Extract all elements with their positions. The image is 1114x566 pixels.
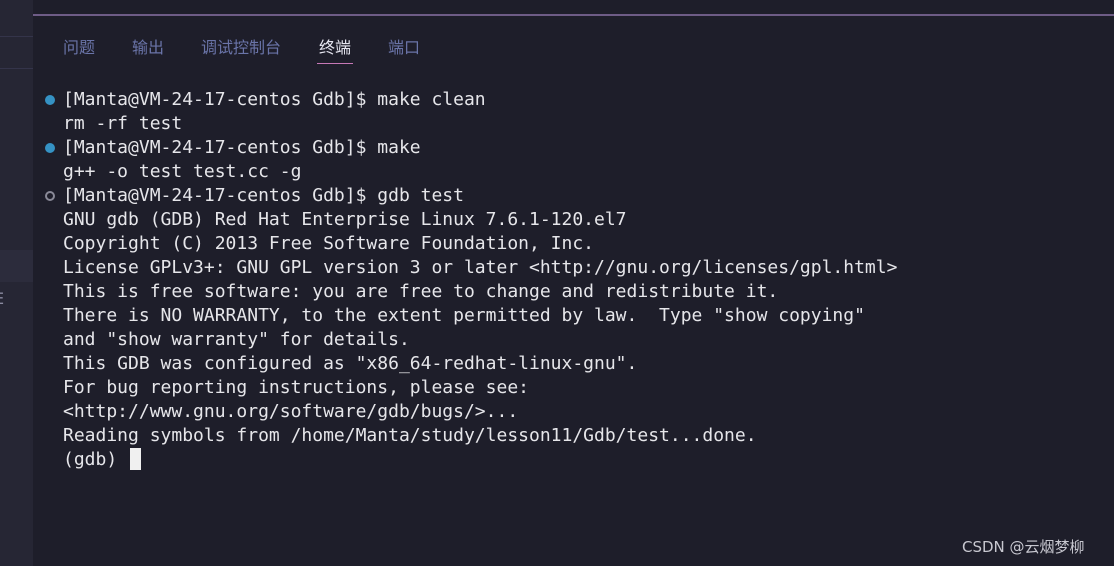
tab-label: 输出 xyxy=(132,38,165,57)
tab-problems[interactable]: 问题 xyxy=(63,34,95,58)
terminal-line: [Manta@VM-24-17-centos Gdb]$ make xyxy=(63,137,421,158)
terminal-line: [Manta@VM-24-17-centos Gdb]$ gdb test xyxy=(63,185,464,206)
terminal-output[interactable]: [Manta@VM-24-17-centos Gdb]$ make clean … xyxy=(33,88,1114,488)
terminal-line: This GDB was configured as "x86_64-redha… xyxy=(63,353,638,374)
terminal-line: GNU gdb (GDB) Red Hat Enterprise Linux 7… xyxy=(63,209,627,230)
tab-label: 调试控制台 xyxy=(201,38,282,57)
watermark: CSDN @云烟梦柳 xyxy=(962,538,1085,556)
tab-label: 终端 xyxy=(319,38,352,57)
terminal-line: This is free software: you are free to c… xyxy=(63,281,779,302)
terminal-prompt-line[interactable]: (gdb) xyxy=(63,448,142,472)
command-success-icon[interactable] xyxy=(45,143,55,153)
tab-label: 端口 xyxy=(388,38,421,57)
terminal-line: <http://www.gnu.org/software/gdb/bugs/>.… xyxy=(63,401,519,422)
terminal-cursor xyxy=(130,448,142,470)
tab-label: 问题 xyxy=(63,38,96,57)
terminal-line: [Manta@VM-24-17-centos Gdb]$ make clean xyxy=(63,89,486,110)
tab-terminal[interactable]: 终端 xyxy=(317,34,354,64)
command-success-icon[interactable] xyxy=(45,95,55,105)
terminal-line: For bug reporting instructions, please s… xyxy=(63,377,529,398)
terminal-line: License GPLv3+: GNU GPL version 3 or lat… xyxy=(63,257,898,278)
terminal-panel: 问题 输出 调试控制台 终端 端口 [Manta@VM-24-17-centos… xyxy=(33,0,1114,566)
tab-ports[interactable]: 端口 xyxy=(388,34,420,58)
side-panel-edge: E xyxy=(0,0,33,566)
command-running-icon[interactable] xyxy=(45,191,55,201)
divider xyxy=(0,68,33,69)
tab-debug-console[interactable]: 调试控制台 xyxy=(201,34,281,58)
terminal-line: Reading symbols from /home/Manta/study/l… xyxy=(63,425,757,446)
panel-tabs: 问题 输出 调试控制台 终端 端口 xyxy=(33,16,1114,68)
side-panel-label: E xyxy=(0,289,4,308)
terminal-line: rm -rf test xyxy=(63,113,183,134)
divider xyxy=(0,36,33,37)
gdb-prompt: (gdb) xyxy=(63,449,129,470)
terminal-line: There is NO WARRANTY, to the extent perm… xyxy=(63,305,865,326)
terminal-line: Copyright (C) 2013 Free Software Foundat… xyxy=(63,233,595,254)
tab-output[interactable]: 输出 xyxy=(132,34,164,58)
active-tab-indicator xyxy=(317,63,354,64)
terminal-line: and "show warranty" for details. xyxy=(63,329,410,350)
terminal-line: g++ -o test test.cc -g xyxy=(63,161,302,182)
side-panel-row xyxy=(0,250,33,282)
